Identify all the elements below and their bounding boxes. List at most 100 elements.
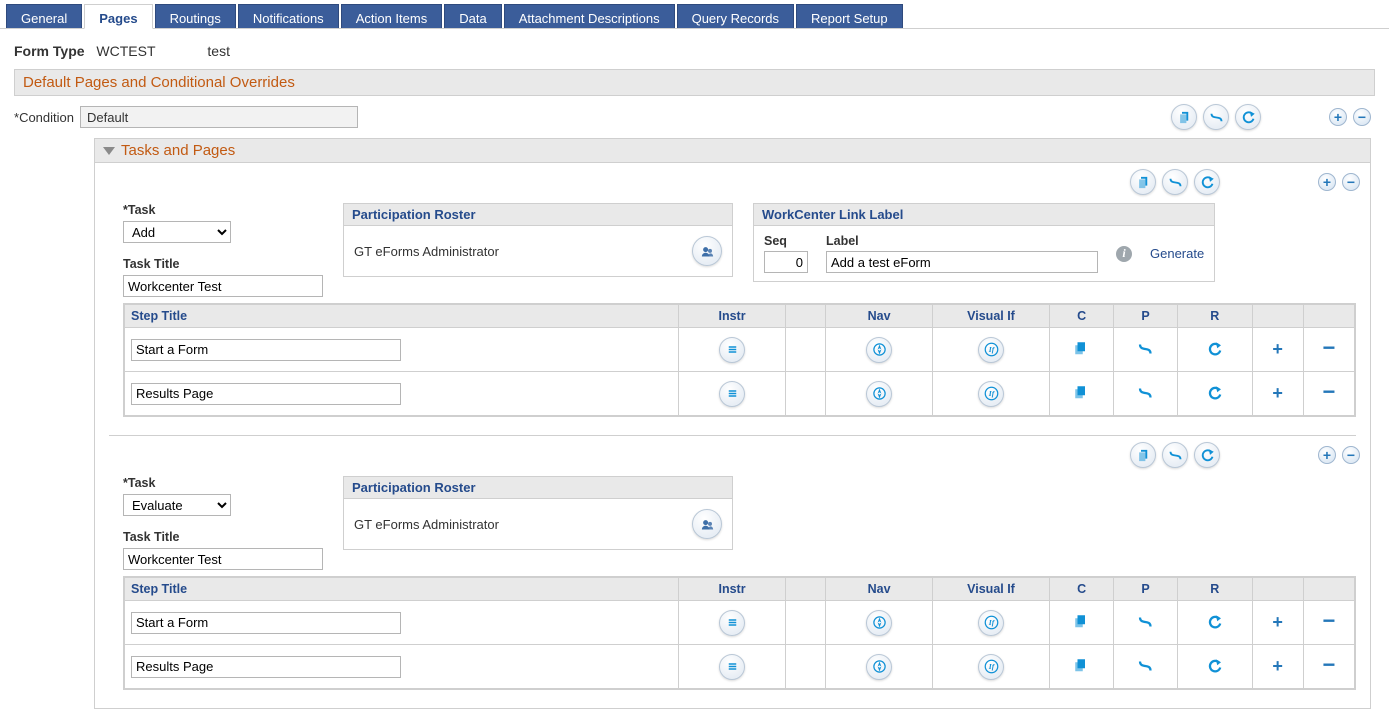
curve-icon[interactable]: [1136, 339, 1156, 359]
step-title-input[interactable]: [131, 339, 401, 361]
col-blank: [785, 305, 826, 328]
step-title-input[interactable]: [131, 612, 401, 634]
seq-label: Seq: [764, 234, 808, 248]
condition-label: Condition: [14, 110, 74, 125]
curve-icon[interactable]: [1136, 383, 1156, 403]
form-type-code: WCTEST: [96, 43, 155, 59]
info-icon[interactable]: i: [1116, 246, 1132, 262]
add-task-button[interactable]: +: [1318, 446, 1336, 464]
undo-icon[interactable]: [1205, 612, 1225, 632]
step-row: + −: [125, 372, 1355, 416]
steps-grid: Step Title Instr Nav Visual If C P R +: [123, 303, 1356, 417]
instr-icon[interactable]: [719, 610, 745, 636]
copy-icon[interactable]: [1130, 442, 1156, 468]
copy-icon[interactable]: [1072, 612, 1092, 632]
task-toolbar: + −: [95, 436, 1370, 468]
nav-icon[interactable]: [866, 337, 892, 363]
curve-icon[interactable]: [1162, 169, 1188, 195]
collapse-icon[interactable]: [103, 147, 115, 155]
people-icon[interactable]: [692, 236, 722, 266]
task-title-input[interactable]: [123, 548, 323, 570]
participation-roster-group: Participation Roster GT eForms Administr…: [343, 203, 733, 277]
remove-condition-button[interactable]: −: [1353, 108, 1371, 126]
remove-step-button[interactable]: −: [1322, 608, 1335, 633]
col-visual-if: Visual If: [932, 305, 1049, 328]
visual-if-icon[interactable]: [978, 337, 1004, 363]
form-type-row: Form Type WCTEST test: [14, 43, 1375, 59]
tab-query-records[interactable]: Query Records: [677, 4, 794, 28]
undo-icon[interactable]: [1194, 169, 1220, 195]
workcenter-group-title: WorkCenter Link Label: [754, 204, 1214, 226]
tab-action-items[interactable]: Action Items: [341, 4, 443, 28]
curve-icon[interactable]: [1162, 442, 1188, 468]
add-step-button[interactable]: +: [1272, 383, 1283, 403]
task-select[interactable]: Evaluate: [123, 494, 231, 516]
roster-group-title: Participation Roster: [344, 477, 732, 499]
tasks-section-header[interactable]: Tasks and Pages: [95, 139, 1370, 163]
remove-step-button[interactable]: −: [1322, 335, 1335, 360]
curve-icon[interactable]: [1136, 612, 1156, 632]
roster-group-title: Participation Roster: [344, 204, 732, 226]
nav-icon[interactable]: [866, 610, 892, 636]
step-row: + −: [125, 328, 1355, 372]
tab-routings[interactable]: Routings: [155, 4, 236, 28]
undo-icon[interactable]: [1194, 442, 1220, 468]
condition-row: Condition Default + −: [14, 96, 1375, 138]
add-condition-button[interactable]: +: [1329, 108, 1347, 126]
task-title-label: Task Title: [123, 530, 323, 544]
undo-icon[interactable]: [1205, 383, 1225, 403]
instr-icon[interactable]: [719, 381, 745, 407]
workcenter-link-label-group: WorkCenter Link Label Seq Label i Genera…: [753, 203, 1215, 282]
copy-icon[interactable]: [1171, 104, 1197, 130]
people-icon[interactable]: [692, 509, 722, 539]
tasks-section: Tasks and Pages + − Task Add Task Title …: [94, 138, 1371, 709]
task-select[interactable]: Add: [123, 221, 231, 243]
tab-data[interactable]: Data: [444, 4, 501, 28]
remove-step-button[interactable]: −: [1322, 379, 1335, 404]
tab-pages[interactable]: Pages: [84, 4, 152, 29]
label-label: Label: [826, 234, 1098, 248]
col-p: P: [1114, 305, 1178, 328]
add-step-button[interactable]: +: [1272, 612, 1283, 632]
nav-icon[interactable]: [866, 654, 892, 680]
step-title-input[interactable]: [131, 383, 401, 405]
add-task-button[interactable]: +: [1318, 173, 1336, 191]
tab-general[interactable]: General: [6, 4, 82, 28]
remove-step-button[interactable]: −: [1322, 652, 1335, 677]
nav-icon[interactable]: [866, 381, 892, 407]
task-label: Task: [123, 476, 323, 490]
instr-icon[interactable]: [719, 337, 745, 363]
generate-link[interactable]: Generate: [1150, 246, 1204, 261]
condition-value[interactable]: Default: [80, 106, 358, 128]
copy-icon[interactable]: [1072, 339, 1092, 359]
label-input[interactable]: [826, 251, 1098, 273]
add-step-button[interactable]: +: [1272, 656, 1283, 676]
tab-notifications[interactable]: Notifications: [238, 4, 339, 28]
instr-icon[interactable]: [719, 654, 745, 680]
visual-if-icon[interactable]: [978, 654, 1004, 680]
curve-icon[interactable]: [1203, 104, 1229, 130]
col-instr: Instr: [679, 578, 786, 601]
copy-icon[interactable]: [1130, 169, 1156, 195]
col-p: P: [1114, 578, 1178, 601]
undo-icon[interactable]: [1205, 656, 1225, 676]
copy-icon[interactable]: [1072, 383, 1092, 403]
roster-text: GT eForms Administrator: [354, 517, 499, 532]
tab-report-setup[interactable]: Report Setup: [796, 4, 903, 28]
step-title-input[interactable]: [131, 656, 401, 678]
undo-icon[interactable]: [1205, 339, 1225, 359]
tab-attachment-descriptions[interactable]: Attachment Descriptions: [504, 4, 675, 28]
col-nav: Nav: [826, 578, 933, 601]
visual-if-icon[interactable]: [978, 610, 1004, 636]
undo-icon[interactable]: [1235, 104, 1261, 130]
remove-task-button[interactable]: −: [1342, 173, 1360, 191]
seq-input[interactable]: [764, 251, 808, 273]
curve-icon[interactable]: [1136, 656, 1156, 676]
col-r: R: [1178, 305, 1253, 328]
remove-task-button[interactable]: −: [1342, 446, 1360, 464]
visual-if-icon[interactable]: [978, 381, 1004, 407]
add-step-button[interactable]: +: [1272, 339, 1283, 359]
copy-icon[interactable]: [1072, 656, 1092, 676]
col-add: [1252, 305, 1303, 328]
task-title-input[interactable]: [123, 275, 323, 297]
